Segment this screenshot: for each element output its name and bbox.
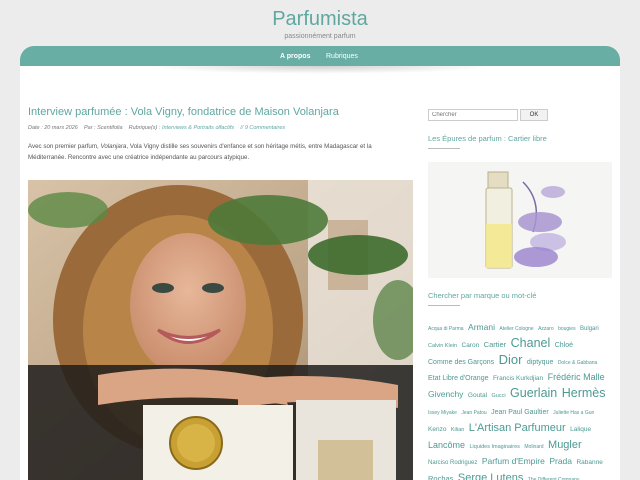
- tag-link[interactable]: Rochas: [428, 474, 453, 480]
- tag-link[interactable]: Issey Miyake: [428, 410, 457, 416]
- portrait-illustration: [28, 180, 413, 480]
- tag-link[interactable]: Bulgari: [580, 326, 599, 332]
- tag-link[interactable]: Acqua di Parma: [428, 326, 464, 332]
- tag-link[interactable]: Francis Kurkdjian: [493, 375, 543, 382]
- tag-link[interactable]: Atelier Cologne: [499, 326, 533, 332]
- tag-link[interactable]: Juliette Has a Gun: [553, 410, 594, 416]
- tag-link[interactable]: Goutal: [468, 392, 487, 399]
- post-comments-link[interactable]: // 9 Commentaires: [240, 125, 285, 131]
- post-category-link[interactable]: Interviews & Portraits olfactifs: [162, 125, 234, 131]
- widget-title-tags[interactable]: Chercher par marque ou mot-clé: [428, 291, 536, 300]
- tag-link[interactable]: Armani: [468, 322, 495, 332]
- widget-title-cartier[interactable]: Les Épures de parfum : Cartier libre: [428, 134, 547, 143]
- nav-shadow: [145, 66, 495, 74]
- perfume-bottle-illustration: [428, 162, 612, 278]
- tag-link[interactable]: bougies: [558, 326, 576, 332]
- tag-link[interactable]: Kenzo: [428, 426, 446, 433]
- post-author[interactable]: Scentifolia: [97, 125, 122, 131]
- post-author-prefix: Par :: [83, 125, 98, 131]
- tag-link[interactable]: Rabanne: [576, 459, 602, 466]
- tag-link[interactable]: Givenchy: [428, 389, 463, 399]
- tag-link[interactable]: diptyque: [527, 359, 553, 366]
- tag-link[interactable]: Comme des Garçons: [428, 359, 494, 366]
- tag-link[interactable]: Kilian: [451, 427, 464, 433]
- tag-link[interactable]: Lalique: [570, 426, 591, 433]
- tag-link[interactable]: Calvin Klein: [428, 343, 457, 349]
- tag-link[interactable]: Cartier: [484, 340, 507, 349]
- tag-link[interactable]: Gucci: [492, 393, 506, 399]
- widget-divider: [428, 148, 460, 149]
- tag-link[interactable]: Narciso Rodriguez: [428, 460, 477, 466]
- nav-item-rubriques[interactable]: Rubriques: [326, 53, 358, 60]
- nav-item-a-propos[interactable]: A propos: [280, 53, 310, 60]
- tag-link[interactable]: L'Artisan Parfumeur: [469, 422, 566, 434]
- tag-link[interactable]: Lancôme: [428, 440, 465, 450]
- tag-link[interactable]: Molinard: [524, 444, 543, 450]
- cartier-promo-image[interactable]: [428, 162, 612, 278]
- tag-link[interactable]: Azzaro: [538, 326, 554, 332]
- post-excerpt: Avec son premier parfum, Volanjara, Vola…: [28, 141, 408, 163]
- tag-link[interactable]: Dolce & Gabbana: [558, 360, 597, 366]
- post-categories-prefix: Rubrique(s) :: [128, 125, 162, 131]
- hero-photo[interactable]: [28, 180, 413, 480]
- post-date: Date : 20 mars 2026: [28, 125, 78, 131]
- site-title[interactable]: Parfumista: [0, 8, 640, 31]
- post-meta: Date : 20 mars 2026 Par : Scentifolia Ru…: [28, 125, 285, 131]
- post-title[interactable]: Interview parfumée : Vola Vigny, fondatr…: [28, 106, 339, 118]
- tag-link[interactable]: Frédéric Malle: [548, 372, 605, 382]
- widget-divider: [428, 305, 460, 306]
- excerpt-perfume-name: Volanjara: [100, 143, 127, 150]
- tag-link[interactable]: Jean Patou: [461, 410, 486, 416]
- tag-link[interactable]: Caron: [462, 342, 480, 349]
- tag-link[interactable]: Prada: [549, 456, 572, 466]
- tag-link[interactable]: Etat Libre d'Orange: [428, 375, 488, 382]
- tag-link[interactable]: Hermès: [562, 386, 606, 400]
- tag-link[interactable]: Chanel: [511, 336, 551, 350]
- tag-link[interactable]: Liquides Imaginaires: [469, 444, 519, 450]
- site-tagline: passionnément parfum: [284, 33, 356, 40]
- tag-link[interactable]: Mugler: [548, 439, 582, 451]
- tag-link[interactable]: Chloé: [555, 342, 573, 349]
- search-input[interactable]: [428, 109, 518, 121]
- tag-cloud: Acqua di Parma Armani Atelier Cologne Az…: [428, 318, 614, 480]
- tag-link[interactable]: Guerlain: [510, 386, 557, 400]
- tag-link[interactable]: Serge Lutens: [458, 472, 523, 480]
- excerpt-text: Avec son premier parfum,: [28, 143, 101, 150]
- tag-link[interactable]: Dior: [499, 352, 523, 367]
- search-button[interactable]: OK: [520, 109, 548, 121]
- main-nav: A propos Rubriques: [20, 46, 620, 66]
- tag-link[interactable]: Parfum d'Empire: [482, 456, 545, 466]
- tag-link[interactable]: Jean Paul Gaultier: [491, 409, 549, 416]
